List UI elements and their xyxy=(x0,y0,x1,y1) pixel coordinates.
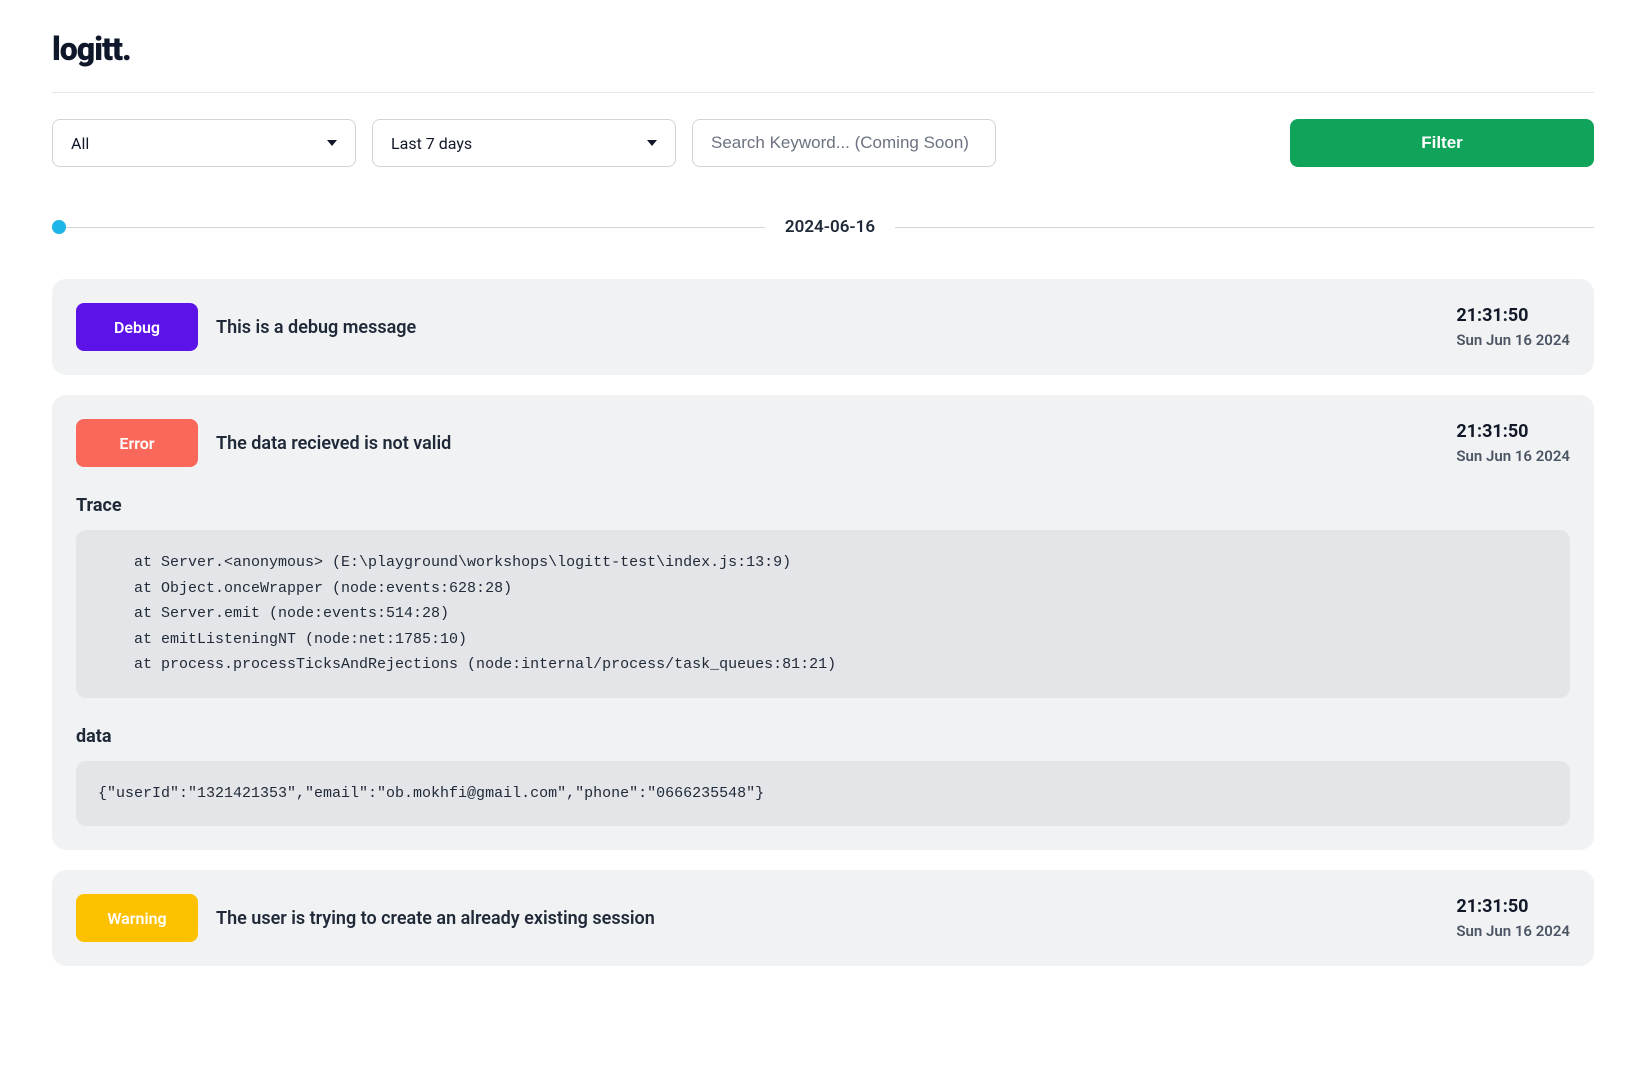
level-badge: Debug xyxy=(76,303,198,351)
level-badge: Error xyxy=(76,419,198,467)
log-timestamp: 21:31:50 Sun Jun 16 2024 xyxy=(1456,421,1570,465)
log-time: 21:31:50 xyxy=(1456,421,1570,442)
divider-line xyxy=(66,227,765,228)
date-group-label: 2024-06-16 xyxy=(765,217,895,237)
filter-range-value: Last 7 days xyxy=(391,134,472,153)
log-entry: Debug This is a debug message 21:31:50 S… xyxy=(52,279,1594,375)
log-date: Sun Jun 16 2024 xyxy=(1456,447,1570,465)
search-input[interactable] xyxy=(692,119,996,167)
trace-block: at Server.<anonymous> (E:\playground\wor… xyxy=(76,530,1570,698)
filter-type-value: All xyxy=(71,134,89,153)
data-block: {"userId":"1321421353","email":"ob.mokhf… xyxy=(76,761,1570,827)
log-timestamp: 21:31:50 Sun Jun 16 2024 xyxy=(1456,305,1570,349)
log-message: This is a debug message xyxy=(216,317,1438,338)
timeline-dot-icon xyxy=(52,220,66,234)
log-time: 21:31:50 xyxy=(1456,305,1570,326)
date-divider: 2024-06-16 xyxy=(52,215,1594,239)
filter-range-select[interactable]: Last 7 days xyxy=(372,119,676,167)
log-message: The user is trying to create an already … xyxy=(216,908,1438,929)
brand-name: logitt xyxy=(52,30,122,68)
log-time: 21:31:50 xyxy=(1456,896,1570,917)
level-badge: Warning xyxy=(76,894,198,942)
log-entry: Error The data recieved is not valid 21:… xyxy=(52,395,1594,850)
log-date: Sun Jun 16 2024 xyxy=(1456,331,1570,349)
trace-label: Trace xyxy=(76,495,1570,516)
log-date: Sun Jun 16 2024 xyxy=(1456,922,1570,940)
brand-logo: logitt. xyxy=(52,30,1594,68)
data-label: data xyxy=(76,726,1570,747)
chevron-down-icon xyxy=(647,140,657,146)
log-message: The data recieved is not valid xyxy=(216,433,1438,454)
log-timestamp: 21:31:50 Sun Jun 16 2024 xyxy=(1456,896,1570,940)
chevron-down-icon xyxy=(327,140,337,146)
filter-button[interactable]: Filter xyxy=(1290,119,1594,167)
divider-line xyxy=(895,227,1594,228)
filters-row: All Last 7 days Filter xyxy=(52,119,1594,167)
header-divider xyxy=(52,92,1594,93)
filter-type-select[interactable]: All xyxy=(52,119,356,167)
log-entry: Warning The user is trying to create an … xyxy=(52,870,1594,966)
brand-dot: . xyxy=(122,30,131,68)
